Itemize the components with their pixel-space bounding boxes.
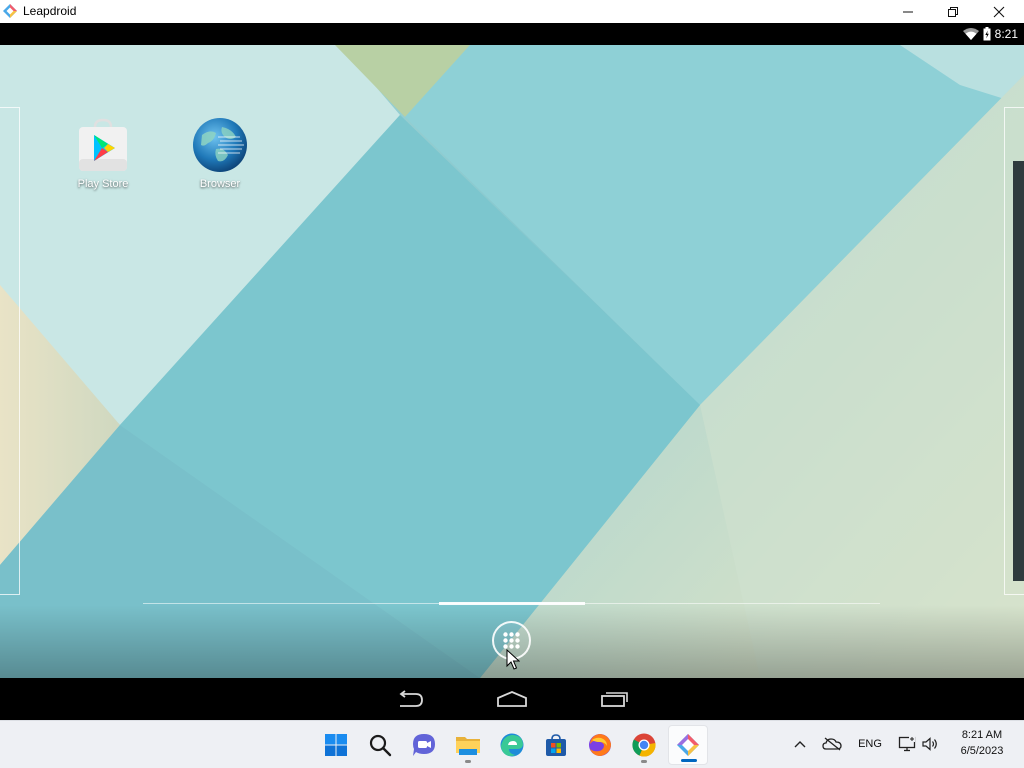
recent-apps-icon xyxy=(601,692,628,707)
minimize-icon xyxy=(903,11,913,12)
chrome-icon xyxy=(632,733,656,757)
window-title: Leapdroid xyxy=(23,4,77,18)
firefox-icon xyxy=(589,734,611,756)
battery-charging-icon xyxy=(983,27,991,41)
recent-apps-button[interactable] xyxy=(595,686,635,712)
play-store-icon xyxy=(79,118,127,171)
taskbar-clock[interactable]: 8:21 AM 6/5/2023 xyxy=(946,727,1018,759)
taskbar-chrome[interactable] xyxy=(624,725,664,765)
network-icon xyxy=(898,736,916,752)
search-icon xyxy=(369,734,392,757)
show-hidden-icons-button[interactable] xyxy=(788,720,812,768)
android-nav-bar xyxy=(0,678,1024,720)
app-label: Play Store xyxy=(77,178,129,190)
wifi-icon xyxy=(962,28,979,40)
running-indicator xyxy=(641,760,647,763)
running-indicator xyxy=(465,760,471,763)
home-button[interactable] xyxy=(492,686,532,712)
clock-date: 6/5/2023 xyxy=(960,745,1004,757)
onedrive-offline-icon xyxy=(822,737,842,751)
taskbar-edge[interactable] xyxy=(492,725,532,765)
start-button[interactable] xyxy=(316,725,356,765)
leapdroid-icon xyxy=(677,734,699,756)
status-icons: 8:21 xyxy=(962,25,1018,43)
back-button[interactable] xyxy=(390,686,430,712)
home-icon xyxy=(497,691,527,707)
language-indicator[interactable]: ENG xyxy=(852,720,888,768)
edge-icon xyxy=(500,733,524,757)
chevron-up-icon xyxy=(794,741,806,748)
folder-icon xyxy=(456,737,480,755)
taskbar-chat-button[interactable] xyxy=(404,725,444,765)
taskbar-store[interactable] xyxy=(536,725,576,765)
browser-globe-icon xyxy=(193,118,247,172)
windows-start-icon xyxy=(325,734,347,756)
side-drawer-handle[interactable] xyxy=(1013,161,1024,581)
clock-time: 8:21 AM xyxy=(961,729,1003,741)
close-button[interactable] xyxy=(976,0,1022,23)
taskbar-search-button[interactable] xyxy=(360,725,400,765)
taskbar-file-explorer[interactable] xyxy=(448,725,488,765)
leapdroid-logo-icon xyxy=(3,4,17,18)
app-browser[interactable]: Browser xyxy=(180,117,260,190)
app-label: Browser xyxy=(199,178,241,190)
active-app-indicator xyxy=(681,759,697,762)
close-icon xyxy=(993,6,1005,17)
taskbar-firefox[interactable] xyxy=(580,725,620,765)
wallpaper xyxy=(0,45,1024,678)
network-volume-button[interactable] xyxy=(894,720,942,768)
android-home-screen[interactable]: Play Store Browser xyxy=(0,45,1024,678)
onedrive-tray-button[interactable] xyxy=(818,720,846,768)
window-titlebar[interactable]: Leapdroid xyxy=(0,0,1024,23)
android-status-bar: 8:21 xyxy=(0,23,1024,45)
minimize-button[interactable] xyxy=(885,0,931,23)
back-icon xyxy=(399,690,423,707)
store-icon xyxy=(546,734,566,756)
taskbar-leapdroid[interactable] xyxy=(668,725,708,765)
language-label: ENG xyxy=(858,738,882,750)
restore-icon xyxy=(948,6,958,17)
status-time: 8:21 xyxy=(994,27,1018,41)
restore-button[interactable] xyxy=(930,0,976,23)
page-scroll-indicator xyxy=(439,602,585,605)
mouse-pointer-icon xyxy=(506,649,520,670)
left-page-indicator xyxy=(0,107,20,595)
app-play-store[interactable]: Play Store xyxy=(63,117,143,190)
volume-icon xyxy=(922,737,937,751)
teams-chat-icon xyxy=(413,734,435,756)
